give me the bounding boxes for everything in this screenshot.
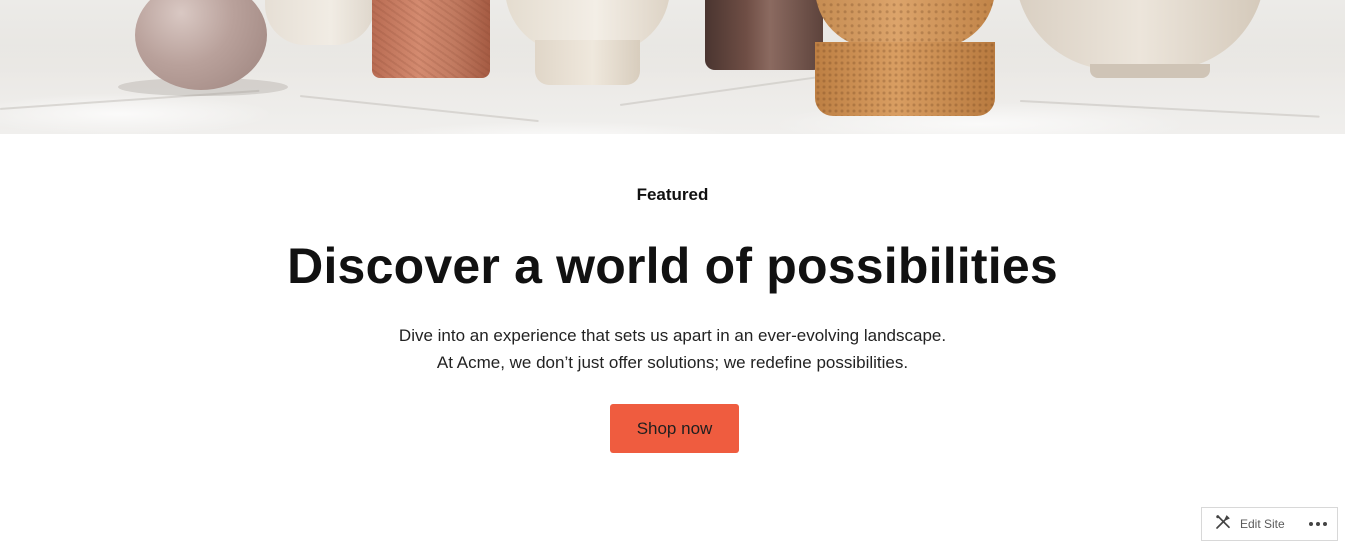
edit-site-label: Edit Site (1240, 517, 1285, 531)
description-line-1: Dive into an experience that sets us apa… (398, 326, 947, 345)
terracotta-vase (372, 0, 490, 78)
cream-vase (265, 0, 375, 45)
brown-vase (705, 0, 823, 70)
ellipsis-icon (1316, 522, 1320, 526)
edit-site-button[interactable]: Edit Site (1202, 508, 1291, 540)
speckled-vase-base (815, 42, 995, 116)
description-line-2: At Acme, we don’t just offer solutions; … (436, 353, 909, 372)
more-options-button[interactable] (1309, 508, 1327, 540)
cream-bowl-foot (1090, 64, 1210, 78)
ellipsis-icon (1323, 522, 1327, 526)
tools-icon (1214, 513, 1232, 536)
page: Featured Discover a world of possibiliti… (0, 0, 1345, 549)
ellipsis-icon (1309, 522, 1313, 526)
section-description: Dive into an experience that sets us apa… (0, 322, 1345, 376)
hero-image (0, 0, 1345, 134)
eyebrow-label: Featured (636, 185, 709, 204)
shop-now-button[interactable]: Shop now (610, 404, 739, 453)
admin-toolbar: Edit Site (1201, 507, 1338, 541)
page-title: Discover a world of possibilities (287, 238, 1058, 294)
speckled-vase-top (815, 0, 995, 48)
cream-vase-neck (535, 40, 640, 85)
